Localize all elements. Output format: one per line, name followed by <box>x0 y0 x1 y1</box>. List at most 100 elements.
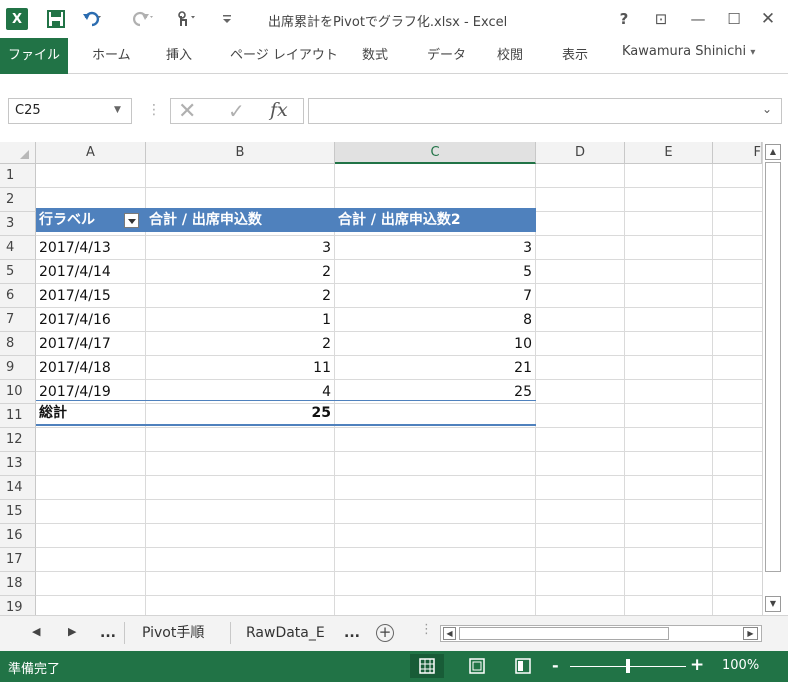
help-button[interactable]: ? <box>612 8 636 30</box>
row-header[interactable]: 5 <box>0 260 36 284</box>
sheet-more-left[interactable]: ... <box>100 616 116 650</box>
minimize-button[interactable]: — <box>686 8 710 30</box>
add-sheet-icon[interactable]: + <box>376 624 394 642</box>
tab-data[interactable]: データ <box>427 38 466 74</box>
zoom-out-button[interactable]: - <box>552 656 559 675</box>
filter-dropdown-icon[interactable] <box>124 213 139 228</box>
pivot-count-cell[interactable]: 1 <box>146 308 335 332</box>
tab-split-handle-icon[interactable]: ⋮ <box>420 622 433 637</box>
vertical-scroll-thumb[interactable] <box>765 162 781 572</box>
pivot-sum-header[interactable]: 合計 / 出席申込数 <box>146 208 335 232</box>
pivot-cumulative-cell[interactable]: 3 <box>335 236 536 260</box>
formula-input[interactable] <box>308 98 782 124</box>
expand-formula-bar-icon[interactable]: ⌄ <box>762 102 772 116</box>
pivot-row-label[interactable]: 2017/4/16 <box>36 308 146 332</box>
pivot-total-count[interactable]: 25 <box>146 401 335 425</box>
normal-view-button[interactable] <box>410 654 444 678</box>
close-button[interactable]: ✕ <box>756 8 780 30</box>
pivot-row-labels-header[interactable]: 行ラベル <box>36 208 124 232</box>
undo-icon[interactable] <box>82 8 104 30</box>
column-header-c[interactable]: C <box>335 142 536 164</box>
zoom-in-button[interactable]: + <box>690 655 704 675</box>
redo-icon[interactable] <box>132 8 154 30</box>
horizontal-scrollbar[interactable]: ◀ ▶ <box>440 625 762 642</box>
row-header[interactable]: 16 <box>0 524 36 548</box>
row-header[interactable]: 3 <box>0 212 36 236</box>
name-box-dropdown-icon[interactable]: ▼ <box>114 105 121 115</box>
select-all-button[interactable] <box>0 142 36 164</box>
pivot-count-cell[interactable]: 3 <box>146 236 335 260</box>
scroll-down-icon[interactable]: ▼ <box>765 596 781 612</box>
page-layout-view-button[interactable] <box>460 654 494 678</box>
pivot-count-cell[interactable]: 2 <box>146 260 335 284</box>
pivot-cumulative-cell[interactable]: 7 <box>335 284 536 308</box>
row-header[interactable]: 15 <box>0 500 36 524</box>
row-header[interactable]: 4 <box>0 236 36 260</box>
row-header[interactable]: 18 <box>0 572 36 596</box>
sheet-tab-rawdata[interactable]: RawData_E <box>246 616 325 650</box>
row-header[interactable]: 2 <box>0 188 36 212</box>
row-header[interactable]: 14 <box>0 476 36 500</box>
row-header[interactable]: 11 <box>0 404 36 428</box>
pivot-row-label[interactable]: 2017/4/18 <box>36 356 146 380</box>
row-header[interactable]: 17 <box>0 548 36 572</box>
tab-view[interactable]: 表示 <box>562 38 588 74</box>
column-header-a[interactable]: A <box>36 142 146 164</box>
row-header[interactable]: 10 <box>0 380 36 404</box>
customize-icon[interactable] <box>220 8 234 30</box>
tab-insert[interactable]: 挿入 <box>166 38 192 74</box>
sheet-tab-pivot-procedure[interactable]: Pivot手順 <box>142 616 204 650</box>
scroll-left-icon[interactable]: ◀ <box>443 627 456 640</box>
pivot-cumulative-cell[interactable]: 8 <box>335 308 536 332</box>
page-break-view-button[interactable] <box>506 654 540 678</box>
pivot-sum2-header[interactable]: 合計 / 出席申込数2 <box>335 208 536 232</box>
row-header[interactable]: 13 <box>0 452 36 476</box>
tab-file[interactable]: ファイル <box>0 38 68 74</box>
pivot-total-label[interactable]: 総計 <box>36 401 146 425</box>
scroll-up-icon[interactable]: ▲ <box>765 144 781 160</box>
zoom-slider-thumb[interactable] <box>626 659 630 673</box>
pivot-row-label[interactable]: 2017/4/15 <box>36 284 146 308</box>
column-header-f[interactable]: F <box>713 142 762 164</box>
cancel-icon[interactable]: ✕ <box>178 99 196 124</box>
user-name: Kawamura Shinichi <box>622 44 747 59</box>
pivot-count-cell[interactable]: 2 <box>146 332 335 356</box>
tab-formulas[interactable]: 数式 <box>362 38 388 74</box>
vertical-scrollbar[interactable]: ▲ ▼ <box>762 142 782 615</box>
column-header-b[interactable]: B <box>146 142 335 164</box>
pivot-row-label[interactable]: 2017/4/17 <box>36 332 146 356</box>
row-header[interactable]: 7 <box>0 308 36 332</box>
row-header[interactable]: 6 <box>0 284 36 308</box>
tab-home[interactable]: ホーム <box>92 38 131 74</box>
zoom-level[interactable]: 100% <box>722 658 759 673</box>
pivot-row-label[interactable]: 2017/4/13 <box>36 236 146 260</box>
insert-function-icon[interactable]: fx <box>270 99 288 121</box>
row-header[interactable]: 12 <box>0 428 36 452</box>
tab-review[interactable]: 校閲 <box>497 38 523 74</box>
tab-page-layout[interactable]: ページ レイアウト <box>230 38 338 74</box>
row-header[interactable]: 8 <box>0 332 36 356</box>
user-account[interactable]: Kawamura Shinichi ▾ <box>622 44 755 59</box>
excel-logo-icon[interactable]: X <box>6 8 28 30</box>
pivot-cumulative-cell[interactable]: 10 <box>335 332 536 356</box>
maximize-button[interactable]: ☐ <box>722 8 746 30</box>
ribbon-display-options-icon[interactable]: ⊡ <box>649 8 673 30</box>
scroll-right-icon[interactable]: ▶ <box>743 627 758 640</box>
enter-icon[interactable]: ✓ <box>228 99 245 123</box>
pivot-cumulative-cell[interactable]: 21 <box>335 356 536 380</box>
sheet-nav-next-icon[interactable]: ▶ <box>68 625 76 638</box>
column-header-e[interactable]: E <box>625 142 713 164</box>
touch-mode-icon[interactable] <box>176 8 198 30</box>
sheet-nav-prev-icon[interactable]: ◀ <box>32 625 40 638</box>
column-header-d[interactable]: D <box>536 142 625 164</box>
row-header[interactable]: 19 <box>0 596 36 615</box>
horizontal-scroll-thumb[interactable] <box>459 627 669 640</box>
row-header[interactable]: 1 <box>0 164 36 188</box>
sheet-more-right[interactable]: ... <box>344 616 360 650</box>
pivot-row-label[interactable]: 2017/4/14 <box>36 260 146 284</box>
pivot-count-cell[interactable]: 2 <box>146 284 335 308</box>
pivot-count-cell[interactable]: 11 <box>146 356 335 380</box>
pivot-cumulative-cell[interactable]: 5 <box>335 260 536 284</box>
save-icon[interactable] <box>46 8 66 30</box>
row-header[interactable]: 9 <box>0 356 36 380</box>
